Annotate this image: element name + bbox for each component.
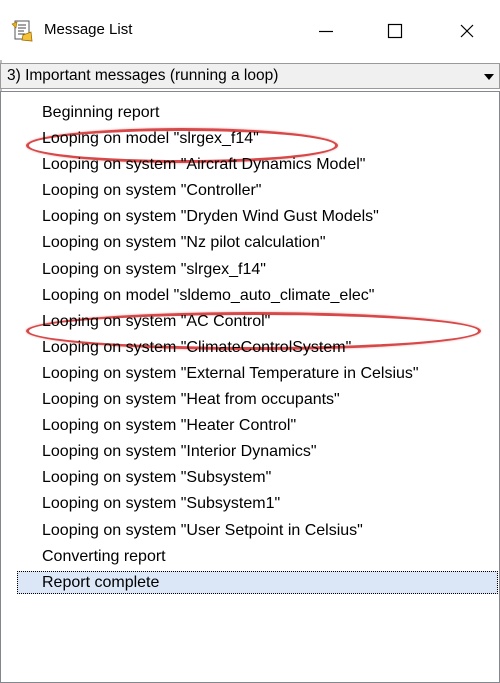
message-text: Looping on model "slrgex_f14" (42, 130, 259, 148)
message-text: Looping on system "Dryden Wind Gust Mode… (42, 208, 379, 226)
message-list-window: Message List 3) Important messages (runn… (0, 0, 500, 683)
message-text: Looping on system "Subsystem" (42, 469, 272, 487)
message-text: Looping on system "Heater Control" (42, 417, 297, 435)
message-text: Converting report (42, 547, 166, 565)
message-item[interactable]: Report complete (1, 570, 499, 596)
message-item[interactable]: Converting report (1, 544, 499, 570)
message-item[interactable]: Looping on system "Controller" (1, 178, 499, 204)
message-item[interactable]: Beginning report (1, 100, 499, 126)
message-item[interactable]: Looping on model "sldemo_auto_climate_el… (1, 283, 499, 309)
message-text: Beginning report (42, 104, 160, 121)
message-item[interactable]: Looping on system "Nz pilot calculation" (1, 230, 499, 256)
message-item[interactable]: Looping on system "Dryden Wind Gust Mode… (1, 204, 499, 230)
message-text: Looping on system "Interior Dynamics" (42, 443, 317, 461)
maximize-icon (387, 23, 403, 39)
chevron-down-icon[interactable] (484, 74, 494, 80)
message-text: Looping on system "External Temperature … (42, 364, 419, 382)
message-text: Looping on system "Controller" (42, 182, 262, 200)
message-item[interactable]: Looping on system "slrgex_f14" (1, 257, 499, 283)
message-item[interactable]: Looping on system "Subsystem" (1, 465, 499, 491)
message-item[interactable]: Looping on system "User Setpoint in Cels… (1, 518, 499, 544)
message-list[interactable]: Beginning report Looping on model "slrgex… (0, 91, 500, 683)
close-icon (460, 24, 474, 38)
dropdown-selected-value: 3) Important messages (running a loop) (7, 67, 279, 84)
message-item[interactable]: Looping on system "Heater Control" (1, 413, 499, 439)
message-text: Looping on system "Nz pilot calculation" (42, 234, 326, 252)
message-text: Report complete (42, 573, 160, 591)
message-list-items: Beginning report Looping on model "slrgex… (1, 100, 499, 596)
message-text: Looping on system "User Setpoint in Cels… (42, 521, 363, 539)
message-text: Looping on system "ClimateControlSystem" (42, 338, 352, 356)
message-text: Looping on system "Aircraft Dynamics Mod… (42, 156, 366, 174)
message-text: Looping on system "AC Control" (42, 312, 271, 330)
message-text: Looping on system "slrgex_f14" (42, 260, 266, 278)
message-text: Looping on system "Heat from occupants" (42, 391, 340, 409)
message-item[interactable]: Looping on system "External Temperature … (1, 361, 499, 387)
message-text: Looping on model "sldemo_auto_climate_el… (42, 286, 375, 304)
minimize-icon (319, 30, 333, 33)
message-item[interactable]: Looping on system "AC Control" (1, 309, 499, 335)
message-filter-dropdown[interactable]: 3) Important messages (running a loop) (0, 63, 500, 89)
minimize-button[interactable] (303, 10, 349, 52)
message-item[interactable]: Looping on system "Aircraft Dynamics Mod… (1, 152, 499, 178)
message-text: Looping on system "Subsystem1" (42, 495, 281, 513)
message-list-icon (11, 20, 33, 42)
message-item[interactable]: Looping on system "ClimateControlSystem" (1, 335, 499, 361)
title-bar[interactable]: Message List (0, 0, 500, 60)
message-item[interactable]: Looping on system "Subsystem1" (1, 491, 499, 517)
window-title: Message List (44, 21, 133, 38)
message-item[interactable]: Looping on system "Heat from occupants" (1, 387, 499, 413)
message-item[interactable]: Looping on system "Interior Dynamics" (1, 439, 499, 465)
message-item[interactable]: Looping on model "slrgex_f14" (1, 126, 499, 152)
maximize-button[interactable] (372, 10, 418, 52)
close-button[interactable] (444, 10, 490, 52)
